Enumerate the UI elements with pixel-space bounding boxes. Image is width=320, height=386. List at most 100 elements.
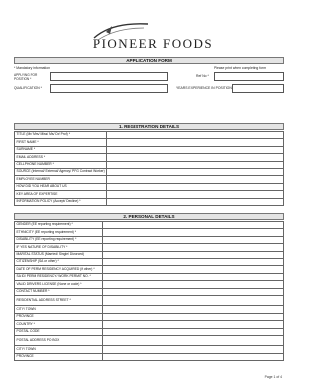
pioneer-foods-logo: PIONEER FOODS	[88, 20, 218, 56]
form-row: CELLPHONE NUMBER *	[13, 160, 284, 169]
applying-for-position-label: APPLYING FOR POSITION *	[14, 73, 38, 81]
nature-of-disability-field[interactable]	[102, 243, 284, 252]
residential-province-field[interactable]	[102, 312, 284, 322]
years-experience-field[interactable]	[232, 84, 284, 93]
surname-field[interactable]	[106, 145, 284, 155]
applying-for-position-field[interactable]	[50, 72, 168, 81]
first-name-field[interactable]	[106, 138, 284, 147]
form-row: CITY/ TOWN	[14, 345, 284, 354]
field-label: IF YES NATURE OF DISABILITY *	[14, 243, 103, 252]
ref-no-field[interactable]	[214, 72, 284, 81]
key-area-expertise-field[interactable]	[106, 190, 284, 199]
field-label: COUNTRY *	[14, 320, 103, 329]
disability-field[interactable]	[102, 235, 284, 245]
registration-details-header: 1. REGISTRATION DETAILS	[14, 123, 284, 130]
field-label: DISABILITY (EE reporting requirement) *	[14, 235, 103, 245]
form-row: CONTACT NUMBER *	[14, 287, 284, 296]
form-row: TITLE (Mr/ Mrs/ Miss/ Ms/ Dr/ Prof) *	[13, 130, 284, 140]
form-row: EMAIL ADDRESS *	[13, 153, 284, 162]
field-label: EMPLOYEE NUMBER	[13, 175, 108, 184]
field-label: GENDER (EE reporting requirement) *	[14, 220, 103, 230]
form-row: PROVINCE	[14, 352, 284, 362]
application-form-title: APPLICATION FORM	[14, 57, 284, 64]
form-row: VALID DRIVERS LICENSE (None or code) *	[14, 280, 284, 289]
qualification-label: QUALIFICATION *	[14, 86, 43, 90]
registration-details-table: TITLE (Mr/ Mrs/ Miss/ Ms/ Dr/ Prof) * FI…	[13, 130, 284, 206]
field-label: POSTAL CODE	[14, 327, 103, 336]
how-did-you-hear-field[interactable]	[106, 182, 284, 192]
field-label: VALID DRIVERS LICENSE (None or code) *	[14, 280, 103, 289]
qualification-field[interactable]	[50, 84, 168, 93]
personal-details-header: 2. PERSONAL DETAILS	[14, 213, 284, 220]
postal-province-field[interactable]	[102, 352, 284, 362]
title-field[interactable]	[106, 130, 284, 140]
form-row: SOURCE (Internal/ External/ Agency/ PFG …	[13, 167, 284, 177]
application-form-page: PIONEER FOODS APPLICATION FORM * Mandato…	[0, 0, 298, 386]
id-permit-number-field[interactable]	[102, 272, 284, 282]
marital-status-field[interactable]	[102, 250, 284, 259]
form-row: EMPLOYEE NUMBER	[13, 175, 284, 184]
field-label: TITLE (Mr/ Mrs/ Miss/ Ms/ Dr/ Prof) *	[13, 130, 108, 140]
form-row: HOW DID YOU HEAR ABOUT US	[13, 182, 284, 192]
field-label: ETHNICITY (EE reporting requirement) *	[14, 228, 103, 237]
field-label: HOW DID YOU HEAR ABOUT US	[13, 182, 108, 192]
form-row: PROVINCE	[14, 312, 284, 322]
drivers-license-field[interactable]	[102, 280, 284, 289]
field-label: PROVINCE	[14, 352, 103, 362]
citizenship-field[interactable]	[102, 257, 284, 267]
field-label: CITY/ TOWN	[14, 305, 103, 314]
form-row: KEY AREA OF EXPERTISE	[13, 190, 284, 199]
form-row: MARITAL STATUS (Married/ Single/ Divorce…	[14, 250, 284, 259]
form-row: RESIDENTIAL ADDRESS STREET *	[14, 294, 284, 307]
contact-number-field[interactable]	[102, 287, 284, 296]
field-label: PROVINCE	[14, 312, 103, 322]
information-policy-field[interactable]	[106, 197, 284, 206]
field-label: CITIZENSHIP (SA or other) *	[14, 257, 103, 267]
residential-street-field[interactable]	[102, 294, 284, 307]
ethnicity-field[interactable]	[102, 228, 284, 237]
cellphone-field[interactable]	[106, 160, 284, 169]
postal-code-field[interactable]	[102, 327, 284, 336]
field-label: DATE OF PERM RESIDENCY ACQUIRED (if othe…	[14, 265, 103, 274]
residential-city-field[interactable]	[102, 305, 284, 314]
form-row: CITIZENSHIP (SA or other) *	[14, 257, 284, 267]
form-row: CITY/ TOWN	[14, 305, 284, 314]
form-row: GENDER (EE reporting requirement) *	[14, 220, 284, 230]
field-label: EMAIL ADDRESS *	[13, 153, 108, 162]
perm-residency-date-field[interactable]	[102, 265, 284, 274]
form-row: POSTAL ADDRESS PO BOX	[14, 334, 284, 347]
field-label: FIRST NAME *	[13, 138, 108, 147]
country-field[interactable]	[102, 320, 284, 329]
field-label: CITY/ TOWN	[14, 345, 103, 354]
form-row: INFORMATION POLICY (Accept/ Decline) *	[13, 197, 284, 206]
form-row: COUNTRY *	[14, 320, 284, 329]
field-label: CONTACT NUMBER *	[14, 287, 103, 296]
postal-city-field[interactable]	[102, 345, 284, 354]
field-label: RESIDENTIAL ADDRESS STREET *	[14, 294, 103, 307]
logo-text: PIONEER FOODS	[92, 36, 214, 51]
form-row: SURNAME *	[13, 145, 284, 155]
ref-no-label: Ref No *	[196, 74, 209, 78]
form-row: FIRST NAME *	[13, 138, 284, 147]
page-number: Page 1 of 4	[264, 375, 282, 379]
form-row: SA ID/ PERM RESIDENCY/ WORK PERMIT NO. *	[14, 272, 284, 282]
email-field[interactable]	[106, 153, 284, 162]
field-label: SURNAME *	[13, 145, 108, 155]
field-label: MARITAL STATUS (Married/ Single/ Divorce…	[14, 250, 103, 259]
employee-number-field[interactable]	[106, 175, 284, 184]
personal-details-table: GENDER (EE reporting requirement) * ETHN…	[14, 220, 284, 362]
field-label: CELLPHONE NUMBER *	[13, 160, 108, 169]
postal-po-box-field[interactable]	[102, 334, 284, 347]
print-note: Please print when completing form	[214, 66, 267, 70]
field-label: SA ID/ PERM RESIDENCY/ WORK PERMIT NO. *	[14, 272, 103, 282]
form-row: IF YES NATURE OF DISABILITY *	[14, 243, 284, 252]
years-experience-label: YEARS EXPERIENCE IN POSITION *	[176, 86, 235, 90]
field-label: INFORMATION POLICY (Accept/ Decline) *	[13, 197, 108, 206]
form-row: DISABILITY (EE reporting requirement) *	[14, 235, 284, 245]
gender-field[interactable]	[102, 220, 284, 230]
form-row: POSTAL CODE	[14, 327, 284, 336]
form-row: DATE OF PERM RESIDENCY ACQUIRED (if othe…	[14, 265, 284, 274]
source-field[interactable]	[106, 167, 284, 177]
mandatory-note: * Mandatory information	[14, 66, 50, 70]
field-label: KEY AREA OF EXPERTISE	[13, 190, 108, 199]
